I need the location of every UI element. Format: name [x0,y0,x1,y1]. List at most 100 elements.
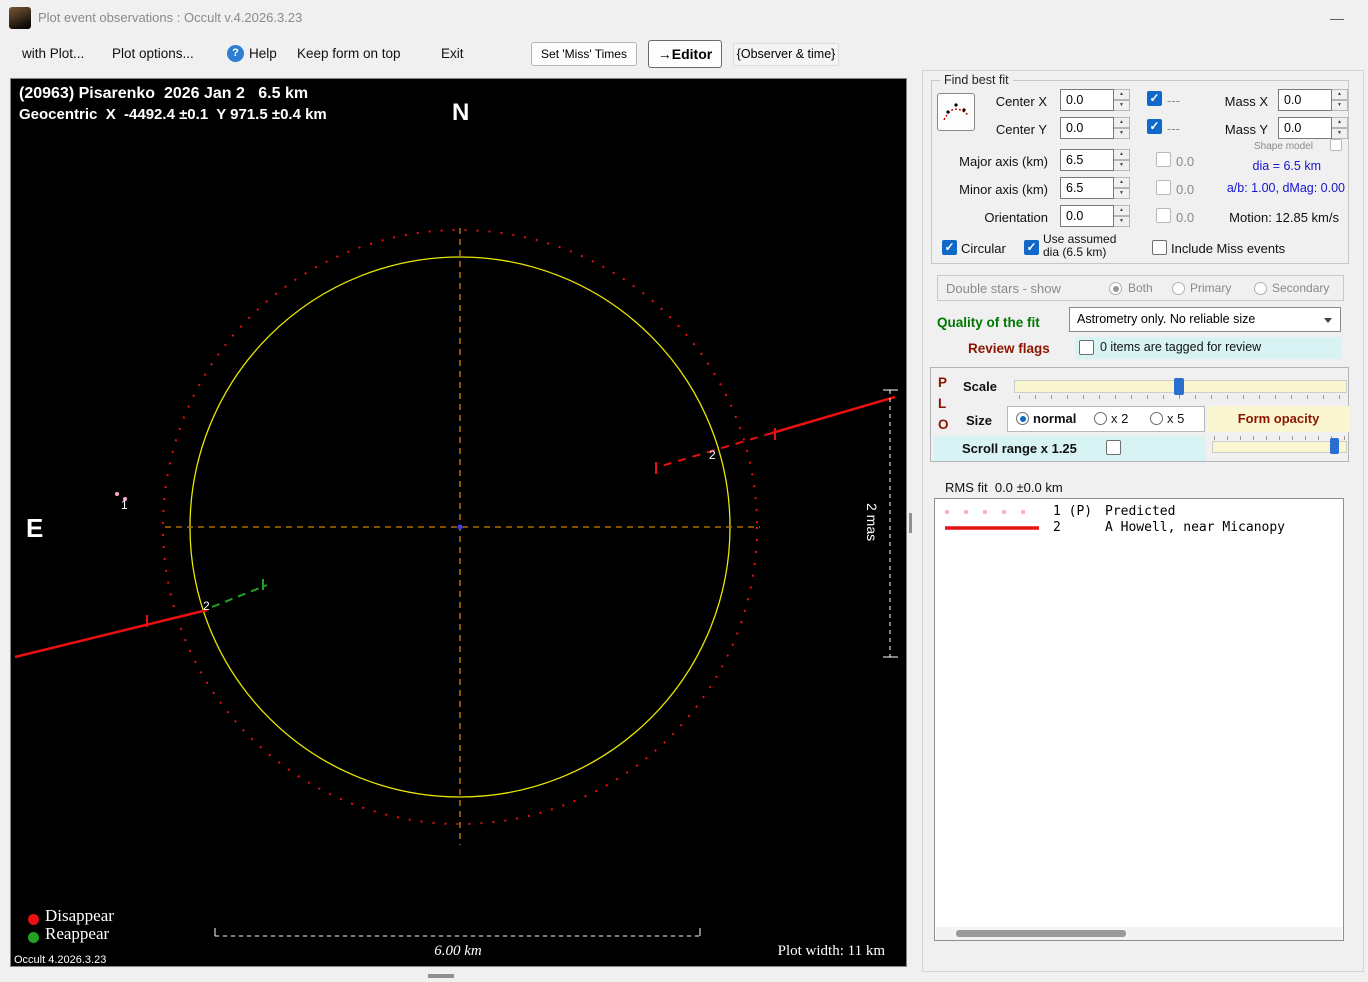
double-stars-title: Double stars - show [946,281,1061,296]
size-x5-radio[interactable] [1150,412,1163,425]
title-bar: Plot event observations : Occult v.4.202… [0,0,1368,36]
spin-down-icon[interactable]: ▼ [1114,216,1130,227]
horizontal-scrollbar-thumb[interactable] [428,974,454,978]
version-label: Occult 4.2026.3.23 [14,954,107,966]
scroll-range-checkbox[interactable] [1106,440,1121,455]
size-normal-radio[interactable] [1016,412,1029,425]
mini-chart-icon [943,103,969,121]
major-axis-fit-checkbox[interactable] [1156,152,1171,167]
circular-checkbox[interactable] [942,240,957,255]
list-horizontal-scrollbar[interactable] [936,927,1342,940]
menu-with-plot[interactable]: with Plot... [22,46,84,61]
minor-axis-spinner[interactable]: 6.5 ▲ ▼ [1060,177,1130,199]
spin-up-icon[interactable]: ▲ [1114,89,1130,100]
double-stars-group: Double stars - show Both Primary Seconda… [937,275,1344,301]
mass-y-spinner[interactable]: 0.0 ▲ ▼ [1278,117,1348,139]
center-y-value[interactable]: 0.0 [1060,117,1114,139]
center-y-sigma: --- [1167,121,1180,136]
center-y-fit-checkbox[interactable] [1147,119,1162,134]
minor-axis-label: Minor axis (km) [959,182,1048,197]
spin-down-icon[interactable]: ▼ [1332,100,1348,111]
size-label: Size [966,413,993,428]
mass-x-value[interactable]: 0.0 [1278,89,1332,111]
major-axis-value[interactable]: 6.5 [1060,149,1114,171]
scroll-range-label: Scroll range x 1.25 [962,441,1077,456]
find-best-fit-group: Find best fit Center X 0.0 ▲▼ --- Mass X… [931,73,1349,264]
orientation-value[interactable]: 0.0 [1060,205,1114,227]
minor-axis-fit-checkbox[interactable] [1156,180,1171,195]
axis-ratio-info: a/b: 1.00, dMag: 0.00 [1226,181,1345,195]
spin-down-icon[interactable]: ▼ [1114,188,1130,199]
include-miss-checkbox[interactable] [1152,240,1167,255]
plot-width-label: Plot width: 11 km [777,943,885,959]
rms-fit-label: RMS fit 0.0 ±0.0 km [945,480,1063,495]
find-best-fit-title: Find best fit [940,73,1013,87]
station-name: A Howell, near Micanopy [1105,520,1286,535]
spin-up-icon[interactable]: ▲ [1114,205,1130,216]
use-assumed-dia-checkbox[interactable] [1024,240,1039,255]
orientation-label: Orientation [984,210,1048,225]
center-x-spinner[interactable]: 0.0 ▲ ▼ [1060,89,1130,111]
double-stars-primary-radio[interactable] [1172,282,1185,295]
shape-model-label: Shape model [1254,141,1313,152]
spin-down-icon[interactable]: ▼ [1114,100,1130,111]
mass-y-value[interactable]: 0.0 [1278,117,1332,139]
spin-down-icon[interactable]: ▼ [1332,128,1348,139]
spin-up-icon[interactable]: ▲ [1114,177,1130,188]
minor-axis-value[interactable]: 6.5 [1060,177,1114,199]
east-label: E [26,513,44,543]
right-panel: Find best fit Center X 0.0 ▲▼ --- Mass X… [922,70,1364,972]
spin-down-icon[interactable]: ▼ [1114,128,1130,139]
chord-2-upper-solid[interactable] [771,395,896,435]
center-y-spinner[interactable]: 0.0 ▲ ▼ [1060,117,1130,139]
chord-2-lower-dashed-green[interactable] [211,584,268,608]
spin-up-icon[interactable]: ▲ [1332,89,1348,100]
spin-up-icon[interactable]: ▲ [1332,117,1348,128]
size-x2-radio[interactable] [1094,412,1107,425]
reappear-dot-icon [28,932,39,943]
opacity-slider-track[interactable] [1212,441,1347,453]
plot-panel-splitter[interactable] [909,513,912,533]
include-miss-label: Include Miss events [1171,241,1286,256]
menu-plot-options[interactable]: Plot options... [112,46,194,61]
menu-exit[interactable]: Exit [441,46,464,61]
double-stars-both-radio[interactable] [1109,282,1122,295]
mas-scale-label: 2 mas [864,503,880,542]
orientation-fit-checkbox[interactable] [1156,208,1171,223]
scale-slider-ticks [1019,395,1344,399]
form-opacity-button[interactable]: Form opacity [1207,406,1350,432]
spin-up-icon[interactable]: ▲ [1114,117,1130,128]
station-listbox[interactable]: 1 (P) Predicted 2 A Howell, near Micanop… [934,498,1344,941]
observer-time-button[interactable]: {Observer & time} [733,43,839,66]
plot-header-line2: Geocentric X -4492.4 ±0.1 Y 971.5 ±0.4 k… [19,106,327,123]
scale-label: Scale [963,379,997,394]
help-icon[interactable]: ? [227,45,244,62]
scale-slider-thumb[interactable] [1174,378,1184,395]
major-axis-sigma: 0.0 [1176,154,1195,169]
minimize-button[interactable]: — [1318,6,1356,30]
center-x-fit-checkbox[interactable] [1147,91,1162,106]
major-axis-spinner[interactable]: 6.5 ▲ ▼ [1060,149,1130,171]
mass-x-spinner[interactable]: 0.0 ▲ ▼ [1278,89,1348,111]
circular-label: Circular [961,241,1006,256]
diameter-info: dia = 6.5 km [1252,159,1321,173]
set-miss-times-button[interactable]: Set 'Miss' Times [531,42,637,66]
center-x-value[interactable]: 0.0 [1060,89,1114,111]
chord-2-lower-solid[interactable] [14,608,208,659]
double-stars-secondary-radio[interactable] [1254,282,1267,295]
editor-button[interactable]: →Editor [648,40,722,68]
spin-down-icon[interactable]: ▼ [1114,160,1130,171]
occultation-plot[interactable]: (20963) Pisarenko 2026 Jan 2 6.5 km Geoc… [10,78,907,967]
spin-up-icon[interactable]: ▲ [1114,149,1130,160]
occultation-plot-canvas [14,228,898,937]
opacity-slider-thumb[interactable] [1330,438,1339,454]
menu-help[interactable]: Help [249,46,277,61]
plot-controls-box: PLOT Scale Size normal x 2 x 5 Form opac… [930,367,1350,462]
shape-model-checkbox[interactable] [1330,139,1342,151]
quality-of-fit-dropdown[interactable]: Astrometry only. No reliable size [1069,307,1341,332]
list-scrollbar-thumb[interactable] [956,930,1126,937]
review-flags-checkbox[interactable] [1079,340,1094,355]
orientation-spinner[interactable]: 0.0 ▲ ▼ [1060,205,1130,227]
quality-of-fit-label: Quality of the fit [937,315,1040,330]
menu-keep-on-top[interactable]: Keep form on top [297,46,401,61]
